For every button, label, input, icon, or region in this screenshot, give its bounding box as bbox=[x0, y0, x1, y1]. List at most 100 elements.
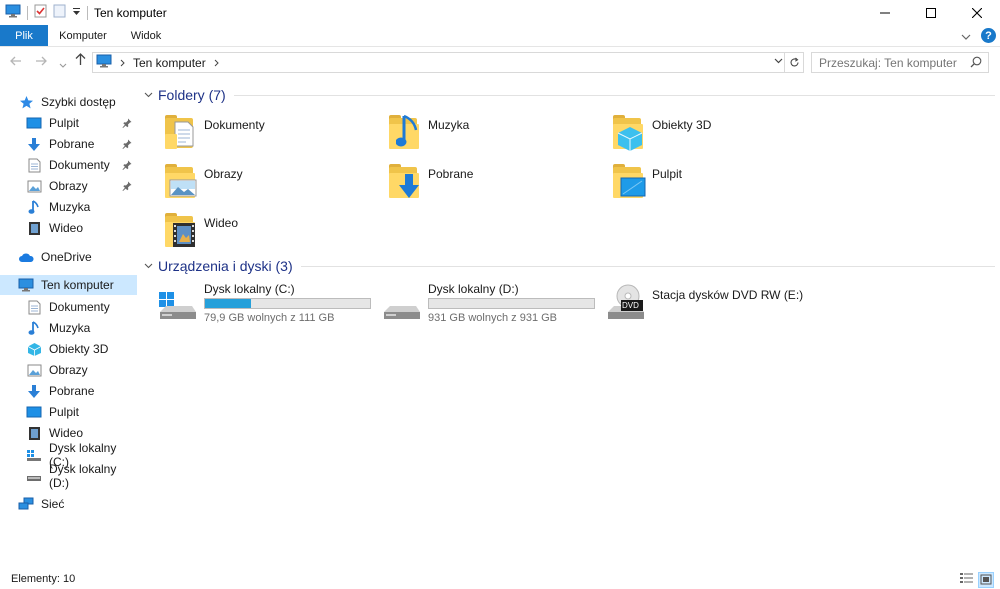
download-icon bbox=[26, 383, 42, 399]
maximize-icon bbox=[926, 7, 936, 18]
sidebar-item-desktop[interactable]: Pulpit bbox=[26, 113, 136, 133]
music-icon bbox=[26, 320, 42, 336]
drive-usage-bar bbox=[428, 298, 595, 309]
properties-icon[interactable] bbox=[34, 4, 47, 21]
search-input[interactable] bbox=[819, 55, 967, 70]
folder-tile-documents[interactable]: Dokumenty bbox=[162, 112, 372, 156]
tab-file[interactable]: Plik bbox=[0, 25, 48, 46]
toolbar-separator bbox=[27, 5, 28, 20]
title-bar: Ten komputer bbox=[0, 0, 1000, 25]
tab-view[interactable]: Widok bbox=[118, 25, 174, 46]
windows-drive-icon bbox=[26, 447, 42, 463]
help-button[interactable]: ? bbox=[981, 28, 996, 43]
folder-tile-desktop[interactable]: Pulpit bbox=[610, 161, 820, 205]
pictures-icon bbox=[26, 178, 42, 194]
toolbar-separator bbox=[87, 5, 88, 20]
document-icon bbox=[26, 299, 42, 315]
refresh-button[interactable] bbox=[784, 53, 803, 72]
drive-icon bbox=[382, 282, 422, 322]
close-button[interactable] bbox=[954, 0, 1000, 25]
folder-tile-videos[interactable]: Wideo bbox=[162, 210, 372, 254]
pictures-folder-icon bbox=[162, 161, 198, 201]
dvd-drive-icon: DVD bbox=[606, 282, 646, 322]
sidebar-item-label: Ten komputer bbox=[41, 278, 114, 292]
back-arrow-icon[interactable] bbox=[10, 54, 22, 69]
expand-ribbon-icon[interactable] bbox=[961, 29, 971, 43]
customize-toolbar-dropdown-icon[interactable] bbox=[72, 6, 81, 20]
sidebar-item-pc-3d-objects[interactable]: Obiekty 3D bbox=[26, 339, 136, 359]
forward-arrow-icon[interactable] bbox=[35, 54, 47, 69]
sidebar-item-label: Sieć bbox=[41, 497, 65, 511]
search-icon[interactable] bbox=[970, 56, 982, 71]
breadcrumb-separator-icon[interactable] bbox=[214, 56, 219, 70]
drive-free-space: 79,9 GB wolnych z 111 GB bbox=[204, 312, 335, 324]
pin-icon[interactable] bbox=[122, 180, 132, 194]
breadcrumb-item-this-pc[interactable]: Ten komputer bbox=[133, 56, 206, 70]
music-folder-icon bbox=[386, 112, 422, 152]
window-controls bbox=[862, 0, 1000, 25]
details-view-icon[interactable] bbox=[959, 572, 974, 588]
quick-access-toolbar bbox=[0, 0, 88, 25]
recent-locations-chevron-icon[interactable] bbox=[59, 56, 67, 71]
sidebar-item-pictures[interactable]: Obrazy bbox=[26, 176, 136, 196]
address-bar[interactable]: Ten komputer bbox=[92, 52, 804, 73]
3d-objects-icon bbox=[26, 341, 42, 357]
sidebar-item-pc-videos[interactable]: Wideo bbox=[26, 423, 136, 443]
drive-label: Dysk lokalny (D:) bbox=[428, 282, 519, 296]
sidebar-item-label: Pulpit bbox=[49, 116, 80, 130]
up-arrow-icon[interactable] bbox=[75, 53, 86, 69]
sidebar-item-label: Muzyka bbox=[49, 200, 91, 214]
sidebar-item-network[interactable]: Sieć bbox=[18, 494, 136, 514]
breadcrumb-separator-icon[interactable] bbox=[120, 56, 125, 70]
sidebar-item-label: Obrazy bbox=[49, 363, 88, 377]
address-row: Ten komputer bbox=[0, 50, 1000, 74]
drive-tile-dvd[interactable]: DVD Stacja dysków DVD RW (E:) bbox=[606, 282, 846, 326]
drive-tile-d[interactable]: Dysk lokalny (D:) 931 GB wolnych z 931 G… bbox=[382, 282, 597, 326]
sidebar-item-documents[interactable]: Dokumenty bbox=[26, 155, 136, 175]
sidebar-item-pc-desktop[interactable]: Pulpit bbox=[26, 402, 136, 422]
sidebar-item-pc-downloads[interactable]: Pobrane bbox=[26, 381, 136, 401]
tab-computer[interactable]: Komputer bbox=[48, 25, 118, 46]
sidebar-item-pc-documents[interactable]: Dokumenty bbox=[26, 297, 136, 317]
folder-tile-music[interactable]: Muzyka bbox=[386, 112, 596, 156]
dvd-badge-text: DVD bbox=[622, 301, 639, 310]
drive-tile-c[interactable]: Dysk lokalny (C:) 79,9 GB wolnych z 111 … bbox=[158, 282, 373, 326]
drive-info: Dysk lokalny (C:) 79,9 GB wolnych z 111 … bbox=[204, 282, 371, 324]
sidebar-item-this-pc[interactable]: Ten komputer bbox=[0, 275, 137, 295]
minimize-button[interactable] bbox=[862, 0, 908, 25]
network-icon bbox=[18, 496, 34, 512]
this-pc-icon[interactable] bbox=[5, 4, 21, 21]
drives-group-header[interactable]: Urządzenia i dyski (3) bbox=[144, 255, 995, 277]
large-icons-view-icon[interactable] bbox=[978, 572, 994, 588]
pin-icon[interactable] bbox=[122, 117, 132, 131]
sidebar-item-onedrive[interactable]: OneDrive bbox=[18, 247, 136, 267]
address-history-chevron-icon[interactable] bbox=[774, 56, 783, 67]
windows-drive-icon bbox=[158, 282, 198, 322]
folder-tile-downloads[interactable]: Pobrane bbox=[386, 161, 596, 205]
chevron-down-icon bbox=[144, 89, 158, 101]
sidebar-item-pc-pictures[interactable]: Obrazy bbox=[26, 360, 136, 380]
folder-label: Dokumenty bbox=[204, 118, 265, 132]
group-title: Foldery (7) bbox=[158, 87, 226, 103]
this-pc-icon bbox=[18, 277, 34, 293]
folder-tile-pictures[interactable]: Obrazy bbox=[162, 161, 372, 205]
pin-icon[interactable] bbox=[122, 159, 132, 173]
window-title: Ten komputer bbox=[94, 5, 167, 20]
sidebar-item-downloads[interactable]: Pobrane bbox=[26, 134, 136, 154]
sidebar-item-music[interactable]: Muzyka bbox=[26, 197, 136, 217]
new-folder-icon[interactable] bbox=[53, 4, 66, 21]
sidebar-item-quick-access[interactable]: Szybki dostęp bbox=[18, 92, 136, 112]
video-icon bbox=[26, 220, 42, 236]
sidebar-item-label: Wideo bbox=[49, 221, 84, 235]
folders-group-header[interactable]: Foldery (7) bbox=[144, 84, 995, 106]
folder-tile-3d-objects[interactable]: Obiekty 3D bbox=[610, 112, 820, 156]
sidebar-item-pc-music[interactable]: Muzyka bbox=[26, 318, 136, 338]
sidebar-item-label: Dokumenty bbox=[49, 300, 110, 314]
folder-label: Pobrane bbox=[428, 167, 474, 181]
sidebar-item-videos[interactable]: Wideo bbox=[26, 218, 136, 238]
maximize-button[interactable] bbox=[908, 0, 954, 25]
content-area: Foldery (7) Dokumenty Muzyka Obiekty 3D … bbox=[140, 84, 995, 554]
folder-label: Obiekty 3D bbox=[652, 118, 712, 132]
sidebar-item-drive-d[interactable]: Dysk lokalny (D:) bbox=[26, 462, 136, 490]
pin-icon[interactable] bbox=[122, 138, 132, 152]
